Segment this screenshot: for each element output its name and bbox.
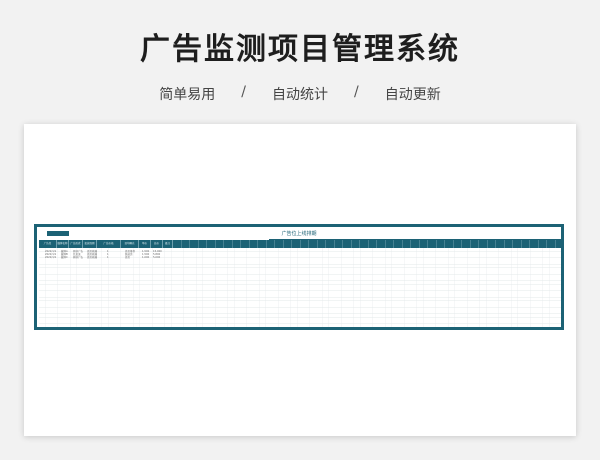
header-cell: 单价 [139, 240, 151, 248]
feature-auto-update: 自动更新 [384, 87, 441, 103]
page-title: 广告监测项目管理系统 [140, 32, 460, 67]
sheet-title: 广告位上线排期 [281, 231, 317, 237]
table-header: 广告位 媒体名称 广告形式 投放周期 广告价格 日均曝光 单价 总价 备注 [39, 240, 561, 248]
feature-auto-stats: 自动统计 [272, 87, 328, 103]
header-cell: 广告价格 [97, 240, 121, 248]
header-cell: 备注 [163, 240, 173, 248]
table-cell: 1 [107, 256, 109, 259]
table-cell: 媒体C [61, 256, 68, 259]
table-cell: 首页轮播 [87, 256, 98, 259]
separator: / [354, 84, 359, 100]
header-cell: 总价 [151, 240, 163, 248]
table-cell: 开屏广告 [73, 256, 84, 259]
feature-list: 简单易用 / 自动统计 / 自动更新 [0, 84, 600, 104]
header-cell: 广告位 [39, 240, 57, 248]
separator: / [241, 84, 246, 100]
table-body: 2022/1/1 媒体A 开屏广告 首页轮播 1 首页推荐 1,500 15,0… [39, 248, 561, 327]
table-cell: 5,000 [153, 256, 161, 259]
preview-card: 广告位上线排期 广告位 媒体名称 广告形式 投放周期 广告价格 日均曝光 单价 … [24, 124, 576, 436]
header-cell: 日均曝光 [121, 240, 139, 248]
header-cell: 广告形式 [69, 240, 83, 248]
table-cell: 首页 [125, 256, 131, 259]
table-cell: 1,000 [142, 256, 150, 259]
feature-easy: 简单易用 [159, 87, 216, 103]
table-cell: 2022/1/1 [45, 256, 57, 259]
date-header-cells [173, 240, 561, 248]
table-row: 2022/1/1 媒体C 开屏广告 首页轮播 1 首页 1,000 5,000 [39, 256, 561, 259]
header-cell: 投放周期 [83, 240, 97, 248]
header-cell: 媒体名称 [57, 240, 69, 248]
spreadsheet-preview: 广告位上线排期 广告位 媒体名称 广告形式 投放周期 广告价格 日均曝光 单价 … [34, 224, 564, 330]
